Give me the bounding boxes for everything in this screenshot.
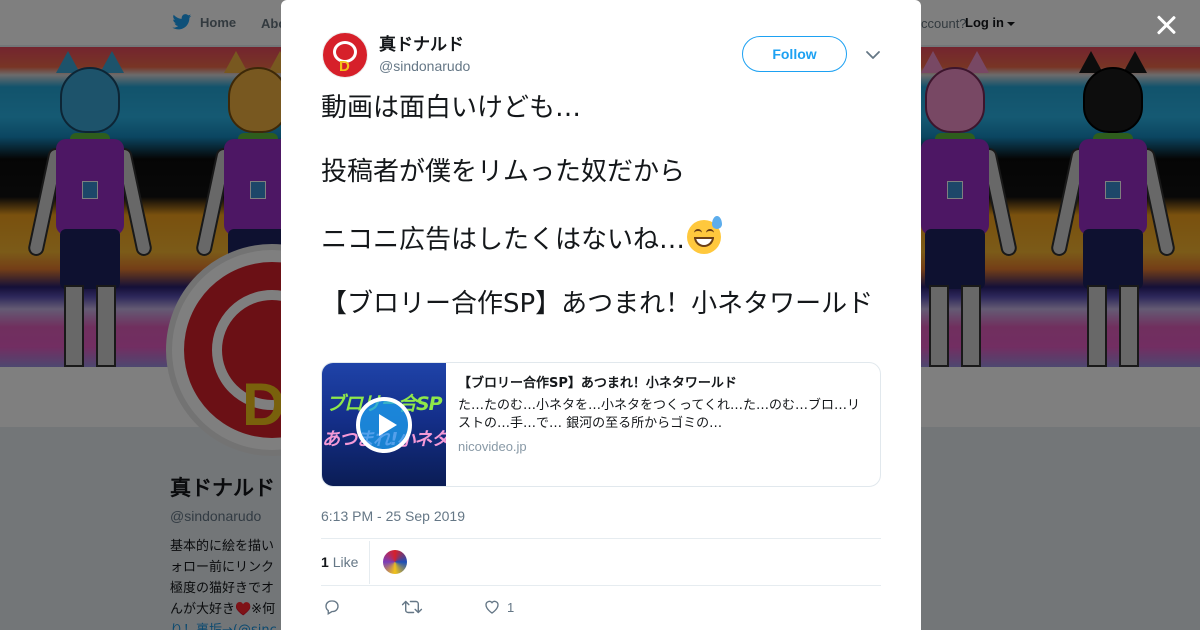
card-title: 【ブロリー合作SP】あつまれ！小ネタワールド [458,376,737,391]
follow-button[interactable]: Follow [742,36,847,72]
author-avatar[interactable]: D [322,32,368,78]
tweet-line: 投稿者が僕をリムった奴だから [321,157,686,187]
tweet-timestamp[interactable]: 6:13 PM - 25 Sep 2019 [321,508,465,524]
reply-icon [325,600,339,615]
author-name[interactable]: 真ドナルド [379,34,470,56]
card-description: た…たのむ…小ネタを…小ネタをつくってくれ…た…のむ…ブロ…リストの…手…で… … [458,398,860,431]
likes-label: Like [332,554,359,570]
author-handle[interactable]: @sindonarudo [379,56,470,76]
card-thumbnail[interactable]: ブロリー合SP あつまれ!小ネタワール [322,363,446,486]
like-action-count: 1 [507,599,515,615]
reply-button[interactable] [323,598,341,616]
like-button[interactable]: 1 [483,598,514,616]
likes-count[interactable]: 1 Like [321,554,358,570]
retweet-button[interactable] [401,598,423,616]
tweet-author[interactable]: D 真ドナルド @sindonarudo [322,32,470,78]
tweet-stats: 1 Like [321,538,881,586]
liker-avatar[interactable] [383,550,407,574]
tweet-line: 【ブロリー合作SP】あつまれ！小ネタワールド [321,289,874,319]
tweet-line: ニコニ広告はしたくはないね… [321,225,686,255]
close-icon[interactable] [1153,12,1179,38]
tweet-text: 動画は面白いけども… 投稿者が僕をリムった奴だから ニコニ広告はしたくはないね…… [321,92,881,321]
link-card[interactable]: ブロリー合SP あつまれ!小ネタワール 【ブロリー合作SP】あつまれ！小ネタワー… [321,362,881,487]
stats-divider [369,541,370,584]
grinning-face-with-sweat-icon [687,216,723,254]
play-icon[interactable] [356,397,412,453]
tweet-modal: D 真ドナルド @sindonarudo Follow 動画は面白いけども… 投… [281,0,921,630]
tweet-line: 動画は面白いけども… [321,93,582,123]
likes-number: 1 [321,554,329,570]
heart-icon [485,600,499,614]
card-domain: nicovideo.jp [458,439,527,454]
chevron-down-icon[interactable] [865,47,881,63]
retweet-icon [401,600,423,614]
tweet-actions: 1 [321,598,881,622]
tweet-line-with-emoji: ニコニ広告はしたくはないね… [321,216,881,257]
